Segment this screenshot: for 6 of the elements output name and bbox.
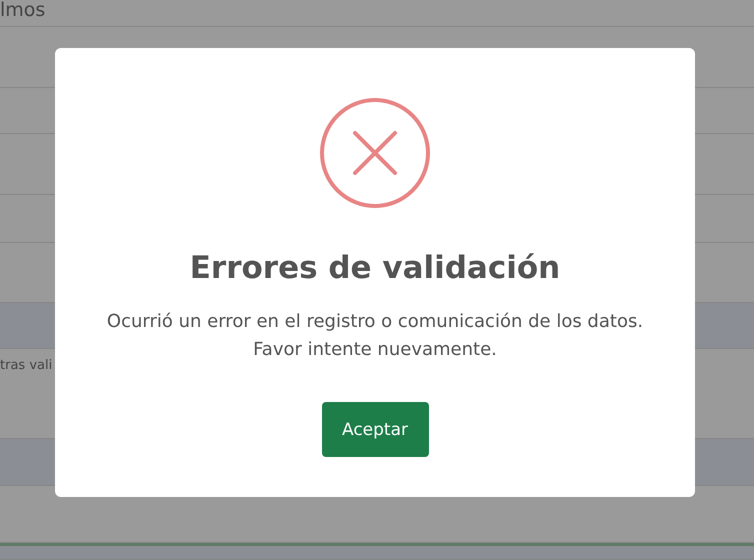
row-text: lmos — [0, 1, 46, 20]
error-icon — [320, 98, 430, 208]
dialog-message: Ocurrió un error en el registro o comunicación de los datos. Favor intente nuevamente. — [106, 310, 644, 362]
accept-button[interactable]: Aceptar — [322, 402, 428, 457]
row-text: tras vali — [0, 359, 52, 372]
dialog-title: Errores de validación — [190, 250, 560, 286]
